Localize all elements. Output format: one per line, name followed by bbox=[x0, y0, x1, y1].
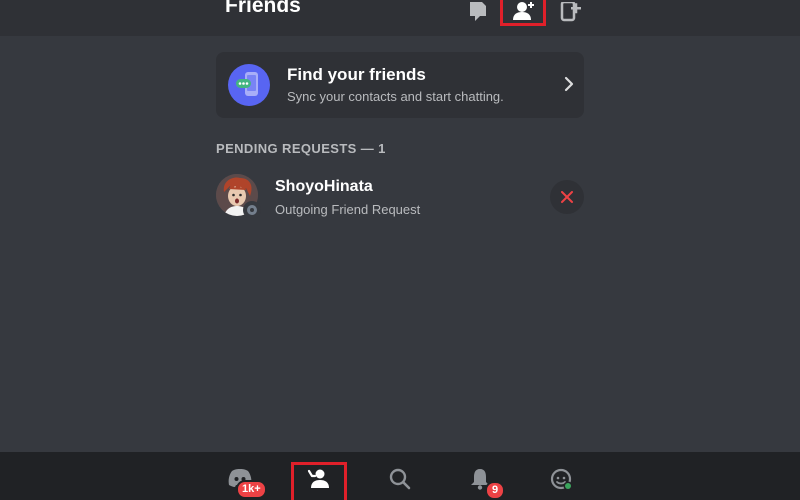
bottom-navigation: 1k+ 9 bbox=[0, 452, 800, 500]
offline-status-indicator bbox=[243, 201, 261, 219]
nav-friends[interactable] bbox=[291, 462, 347, 500]
search-icon bbox=[389, 468, 411, 490]
contacts-phone-icon bbox=[228, 64, 270, 106]
add-contact-icon bbox=[560, 2, 581, 22]
nav-profile[interactable] bbox=[534, 462, 590, 500]
request-username: ShoyoHinata bbox=[275, 178, 373, 195]
nav-servers[interactable]: 1k+ bbox=[212, 462, 268, 500]
page-title: Friends bbox=[225, 0, 301, 17]
find-friends-card[interactable]: Find your friends Sync your contacts and… bbox=[216, 52, 584, 118]
top-header: Friends bbox=[0, 0, 800, 36]
find-friends-subtitle: Sync your contacts and start chatting. bbox=[287, 89, 504, 104]
servers-badge: 1k+ bbox=[236, 480, 267, 499]
find-friends-title: Find your friends bbox=[287, 65, 426, 84]
friends-wave-icon bbox=[307, 469, 329, 488]
request-status: Outgoing Friend Request bbox=[275, 202, 421, 217]
notifications-badge: 9 bbox=[485, 481, 506, 500]
profile-avatar-icon bbox=[550, 468, 573, 491]
pending-requests-header: PENDING REQUESTS — 1 bbox=[216, 141, 386, 156]
add-friend-icon bbox=[513, 1, 534, 20]
cancel-x-icon bbox=[561, 191, 573, 203]
nav-search[interactable] bbox=[372, 462, 428, 500]
new-message-icon bbox=[470, 2, 486, 21]
chevron-right-icon bbox=[564, 76, 574, 92]
friend-request-row[interactable]: ShoyoHinata Outgoing Friend Request bbox=[216, 172, 584, 222]
cancel-request-button[interactable] bbox=[550, 180, 584, 214]
add-contact-button[interactable] bbox=[550, 0, 590, 26]
new-message-button[interactable] bbox=[458, 0, 498, 26]
add-friend-button[interactable] bbox=[500, 0, 546, 26]
nav-notifications[interactable]: 9 bbox=[452, 462, 508, 500]
